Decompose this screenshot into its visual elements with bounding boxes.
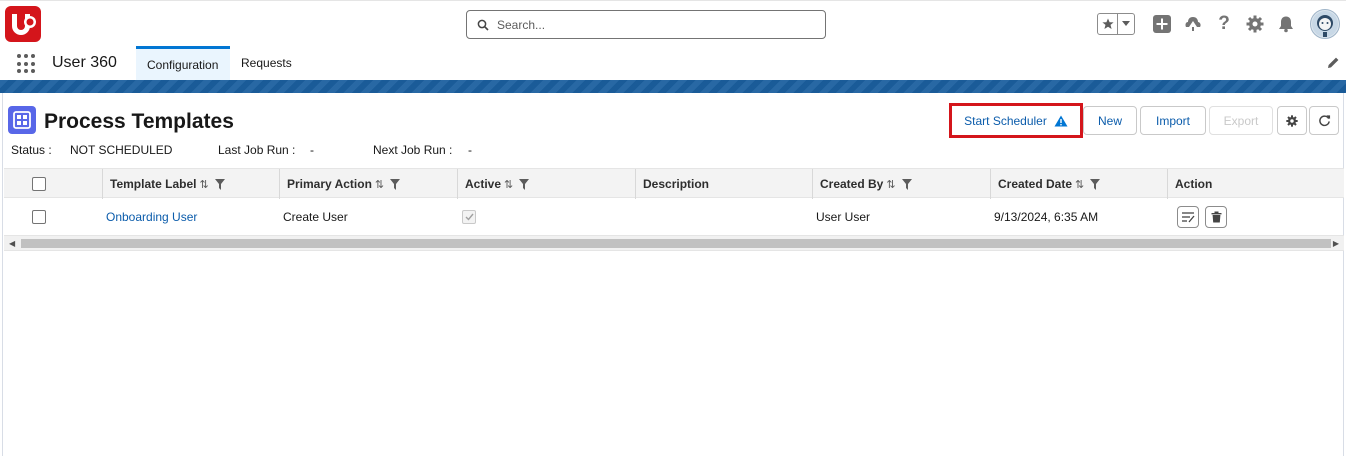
col-created-date: Created Date [998, 177, 1073, 191]
tab-requests[interactable]: Requests [230, 46, 303, 80]
user-avatar[interactable] [1310, 9, 1340, 39]
edit-template-button[interactable] [1177, 206, 1199, 228]
new-button[interactable]: New [1083, 106, 1137, 135]
sort-icon[interactable]: ⇅ [886, 178, 895, 191]
scheduler-status-row: Status : NOT SCHEDULED Last Job Run : - … [3, 143, 603, 159]
global-search-input[interactable]: Search... [466, 10, 826, 39]
scrollbar-thumb[interactable] [21, 239, 1331, 248]
cell-action [1174, 198, 1344, 236]
process-templates-card: Process Templates Status : NOT SCHEDULED… [2, 93, 1344, 456]
filter-icon[interactable] [901, 178, 912, 190]
gear-icon [1286, 114, 1298, 127]
filter-icon[interactable] [390, 178, 401, 190]
search-placeholder: Search... [497, 17, 546, 32]
help-icon[interactable]: ? [1211, 11, 1237, 37]
col-header-created-by[interactable]: Created By ⇅ [813, 169, 991, 199]
search-icon [477, 19, 489, 31]
filter-icon[interactable] [519, 178, 530, 190]
filter-icon[interactable] [214, 178, 225, 190]
cell-created-date: 9/13/2024, 6:35 AM [994, 210, 1099, 224]
col-active: Active [465, 177, 502, 191]
notifications-bell-icon[interactable] [1273, 11, 1299, 37]
setup-gear-icon[interactable] [1242, 11, 1268, 37]
favorites-group [1097, 13, 1135, 35]
col-description: Description [643, 177, 710, 191]
cell-template-label: Onboarding User [103, 198, 280, 236]
start-scheduler-button[interactable]: Start Scheduler [955, 106, 1077, 135]
sort-icon[interactable]: ⇅ [199, 178, 208, 191]
status-label: Status : [11, 143, 52, 157]
cell-description [636, 198, 813, 236]
refresh-button[interactable] [1309, 106, 1339, 135]
col-header-action: Action [1168, 169, 1344, 199]
row-select-cell [29, 198, 99, 236]
next-job-run-value: - [468, 143, 472, 157]
template-grid-icon [8, 106, 36, 134]
col-created-by: Created By [820, 177, 884, 191]
col-header-template-label[interactable]: Template Label ⇅ [103, 169, 280, 199]
edit-lines-icon [1182, 212, 1195, 223]
global-actions-add-icon[interactable] [1149, 11, 1175, 37]
app-launcher-icon[interactable] [17, 54, 37, 74]
trash-icon [1211, 211, 1221, 223]
cell-created-by: User User [816, 210, 871, 224]
last-job-run-label: Last Job Run : [218, 143, 296, 157]
app-logo[interactable] [5, 6, 41, 42]
col-action: Action [1175, 177, 1213, 191]
global-header: Search... ? [0, 0, 1346, 46]
sort-icon[interactable]: ⇅ [504, 178, 513, 191]
favorites-star-icon[interactable] [1098, 14, 1118, 34]
table-header-row: Template Label ⇅ Primary Action ⇅ Active… [4, 168, 1344, 199]
status-value: NOT SCHEDULED [70, 143, 173, 157]
col-template-label: Template Label [110, 177, 197, 191]
header-utility-icons: ? [1097, 7, 1346, 41]
edit-nav-pencil-icon[interactable] [1327, 56, 1340, 74]
select-all-checkbox[interactable] [32, 177, 46, 191]
warning-icon [1054, 115, 1068, 126]
page-title: Process Templates [44, 110, 234, 133]
filter-icon[interactable] [1090, 178, 1101, 190]
active-checkbox-checked [462, 210, 476, 224]
trailhead-icon[interactable] [1180, 11, 1206, 37]
next-job-run-label: Next Job Run : [373, 143, 453, 157]
refresh-icon [1318, 115, 1330, 127]
decorative-banner [0, 80, 1346, 93]
cell-primary-action: Create User [283, 210, 348, 224]
tab-configuration[interactable]: Configuration [136, 46, 230, 80]
scroll-right-arrow-icon[interactable]: ▶ [1333, 239, 1339, 248]
app-navigation-bar: User 360 Configuration Requests [0, 46, 1346, 80]
cell-active [459, 198, 636, 236]
last-job-run-value: - [310, 143, 314, 157]
horizontal-scrollbar[interactable]: ◀ ▶ [4, 236, 1344, 251]
export-button[interactable]: Export [1209, 106, 1273, 135]
row-checkbox[interactable] [32, 210, 46, 224]
settings-button[interactable] [1277, 106, 1307, 135]
templates-table: Template Label ⇅ Primary Action ⇅ Active… [4, 168, 1344, 251]
start-scheduler-label: Start Scheduler [964, 113, 1047, 128]
table-row: Onboarding User Create User User User 9/… [4, 198, 1344, 236]
template-label-link[interactable]: Onboarding User [106, 210, 197, 224]
col-header-created-date[interactable]: Created Date ⇅ [991, 169, 1168, 199]
import-button[interactable]: Import [1140, 106, 1206, 135]
logo-icon [12, 14, 36, 35]
col-header-description[interactable]: Description [636, 169, 813, 199]
sort-icon[interactable]: ⇅ [1075, 178, 1084, 191]
col-header-active[interactable]: Active ⇅ [458, 169, 636, 199]
scroll-left-arrow-icon[interactable]: ◀ [9, 239, 15, 248]
delete-template-button[interactable] [1205, 206, 1227, 228]
select-all-cell [4, 169, 103, 199]
favorites-dropdown-icon[interactable] [1118, 14, 1134, 34]
sort-icon[interactable]: ⇅ [375, 178, 384, 191]
app-name: User 360 [52, 54, 117, 71]
col-primary-action: Primary Action [287, 177, 372, 191]
col-header-primary-action[interactable]: Primary Action ⇅ [280, 169, 458, 199]
